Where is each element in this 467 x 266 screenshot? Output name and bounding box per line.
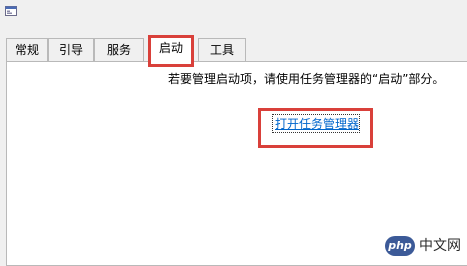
watermark-text: 中文网 (419, 238, 461, 254)
tab-boot[interactable]: 引导 (48, 38, 94, 61)
title-bar (0, 0, 467, 30)
tab-tools[interactable]: 工具 (198, 38, 246, 61)
php-logo-icon: php (385, 236, 415, 256)
open-task-manager-link[interactable]: 打开任务管理器 (275, 115, 359, 132)
tab-startup[interactable]: 启动 (148, 36, 194, 62)
tab-services[interactable]: 服务 (94, 38, 144, 61)
app-icon (5, 6, 17, 16)
startup-info-text: 若要管理启动项，请使用任务管理器的“启动”部分。 (168, 72, 445, 86)
tab-general[interactable]: 常规 (6, 38, 48, 61)
